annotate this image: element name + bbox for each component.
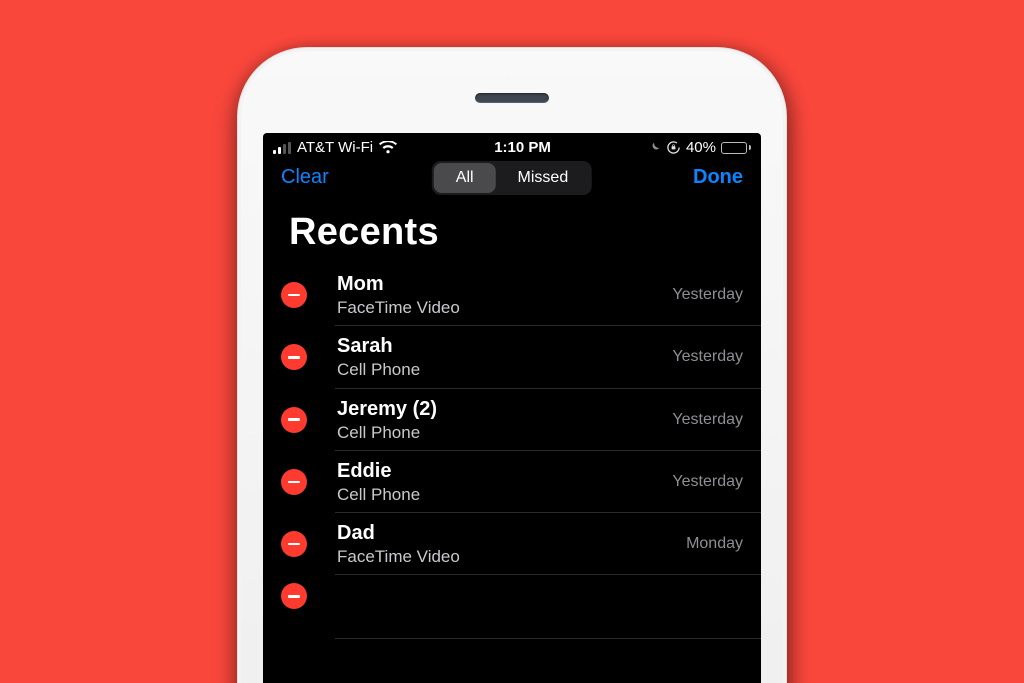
nav-bar: Clear All Missed Done [263,160,761,199]
delete-button[interactable] [281,282,307,308]
orientation-lock-icon [666,140,681,155]
call-time: Yesterday [672,286,743,304]
battery-icon [721,142,751,154]
call-time: Monday [686,535,743,553]
delete-button[interactable] [281,583,307,609]
tab-missed[interactable]: Missed [496,163,591,193]
call-name: Eddie [337,459,662,484]
minus-icon [288,356,300,359]
phone-screen: AT&T Wi-Fi 1:10 PM 40% [263,133,761,683]
delete-button[interactable] [281,531,307,557]
status-bar: AT&T Wi-Fi 1:10 PM 40% [263,133,761,160]
phone-bezel: AT&T Wi-Fi 1:10 PM 40% [241,51,783,683]
call-name: Jeremy (2) [337,397,662,422]
delete-button[interactable] [281,469,307,495]
phone-device-frame: AT&T Wi-Fi 1:10 PM 40% [237,47,787,683]
call-row[interactable]: Mom FaceTime Video Yesterday [263,264,761,326]
minus-icon [288,543,300,546]
call-row[interactable]: Dad FaceTime Video Monday [263,513,761,575]
call-time: Yesterday [672,348,743,366]
battery-percent-label: 40% [686,139,716,156]
do-not-disturb-moon-icon [648,141,661,154]
call-row[interactable]: Jeremy (2) Cell Phone Yesterday [263,389,761,451]
minus-icon [288,595,300,598]
call-row-main[interactable]: Dad FaceTime Video [337,521,676,567]
status-time: 1:10 PM [494,139,551,156]
call-row-main[interactable]: Jeremy (2) Cell Phone [337,397,662,443]
call-subtitle: Cell Phone [337,359,662,380]
recents-list[interactable]: Mom FaceTime Video Yesterday Sarah Cell … [263,264,761,639]
tab-all[interactable]: All [434,163,496,193]
call-subtitle: FaceTime Video [337,297,662,318]
call-row[interactable]: Eddie Cell Phone Yesterday [263,451,761,513]
done-button[interactable]: Done [693,166,743,189]
call-name: Dad [337,521,676,546]
call-name: Sarah [337,334,662,359]
status-left: AT&T Wi-Fi [273,139,397,156]
call-row-main[interactable]: Eddie Cell Phone [337,459,662,505]
minus-icon [288,481,300,484]
segmented-control[interactable]: All Missed [432,161,592,195]
call-row[interactable] [263,575,761,639]
call-time: Yesterday [672,473,743,491]
call-subtitle: FaceTime Video [337,546,676,567]
call-name: Mom [337,272,662,297]
minus-icon [288,294,300,297]
carrier-label: AT&T Wi-Fi [297,139,373,156]
delete-button[interactable] [281,407,307,433]
call-subtitle: Cell Phone [337,484,662,505]
status-right: 40% [648,139,751,156]
call-row-main[interactable]: Sarah Cell Phone [337,334,662,380]
delete-button[interactable] [281,344,307,370]
call-row-main[interactable]: Mom FaceTime Video [337,272,662,318]
cellular-signal-icon [273,142,291,154]
call-row[interactable]: Sarah Cell Phone Yesterday [263,326,761,388]
call-time: Yesterday [672,411,743,429]
wifi-icon [379,141,397,154]
phone-speaker [475,93,549,103]
call-subtitle: Cell Phone [337,422,662,443]
page-title: Recents [263,199,761,264]
clear-button[interactable]: Clear [281,166,329,189]
minus-icon [288,418,300,421]
